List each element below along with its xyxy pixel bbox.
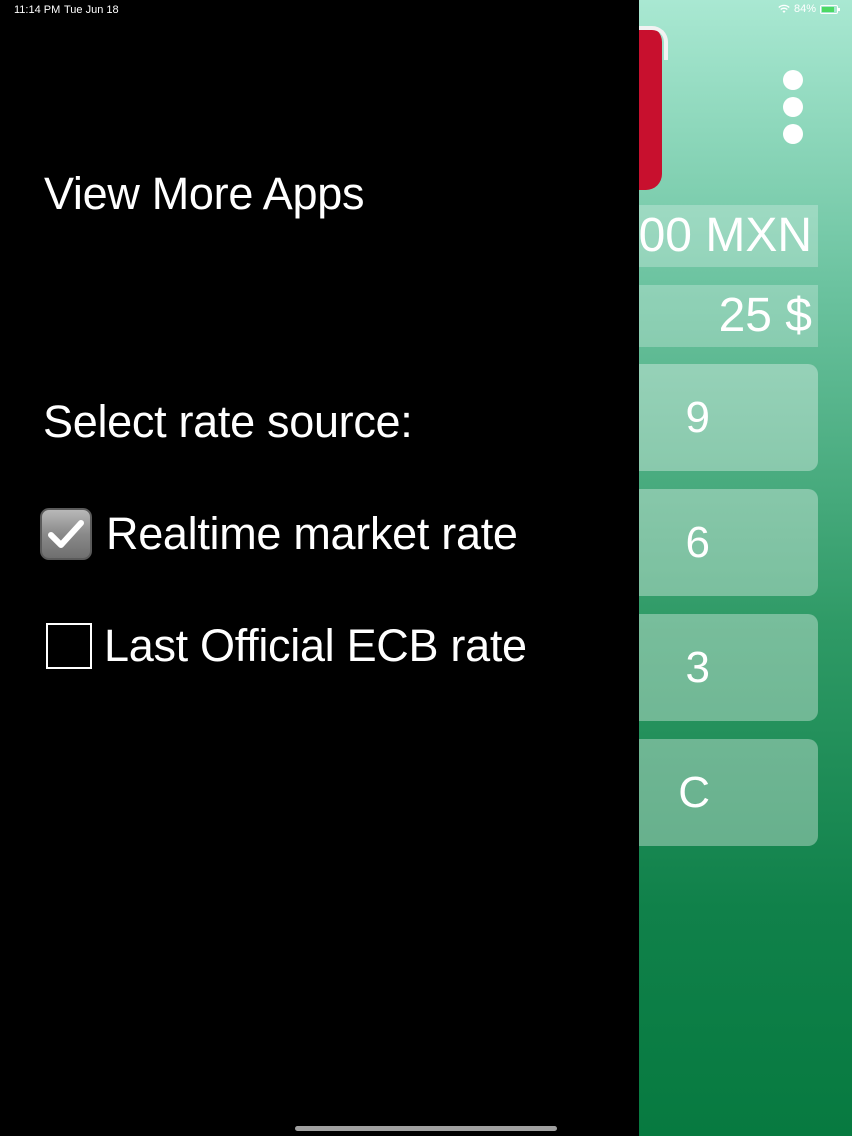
home-indicator[interactable] — [295, 1126, 557, 1131]
status-indicators: 84% — [778, 3, 840, 15]
checkbox-checked-icon[interactable] — [40, 508, 92, 560]
rate-option-ecb[interactable]: Last Official ECB rate — [40, 620, 527, 672]
rate-option-label: Realtime market rate — [106, 508, 518, 559]
battery-icon — [820, 4, 840, 14]
rate-option-label: Last Official ECB rate — [104, 620, 527, 671]
menu-dot — [783, 97, 803, 117]
status-date: Tue Jun 18 — [64, 4, 119, 16]
wifi-icon — [778, 4, 790, 13]
rate-source-heading: Select rate source: — [43, 396, 413, 447]
checkbox-unchecked-icon[interactable] — [46, 623, 92, 669]
more-menu-icon[interactable] — [780, 70, 806, 150]
checkmark-icon — [48, 520, 84, 548]
status-bar: 11:14 PM Tue Jun 18 84% — [0, 0, 852, 22]
battery-percent: 84% — [793, 3, 816, 15]
menu-dot — [783, 70, 803, 90]
screen: 00 MXN 25 $ 9 6 3 C View More Apps Selec… — [0, 0, 852, 1136]
rate-option-realtime[interactable]: Realtime market rate — [40, 508, 518, 560]
status-time: 11:14 PM — [14, 4, 61, 16]
menu-dot — [783, 124, 803, 144]
side-drawer: View More Apps Select rate source: Realt… — [0, 0, 639, 1136]
view-more-apps-link[interactable]: View More Apps — [44, 168, 364, 220]
